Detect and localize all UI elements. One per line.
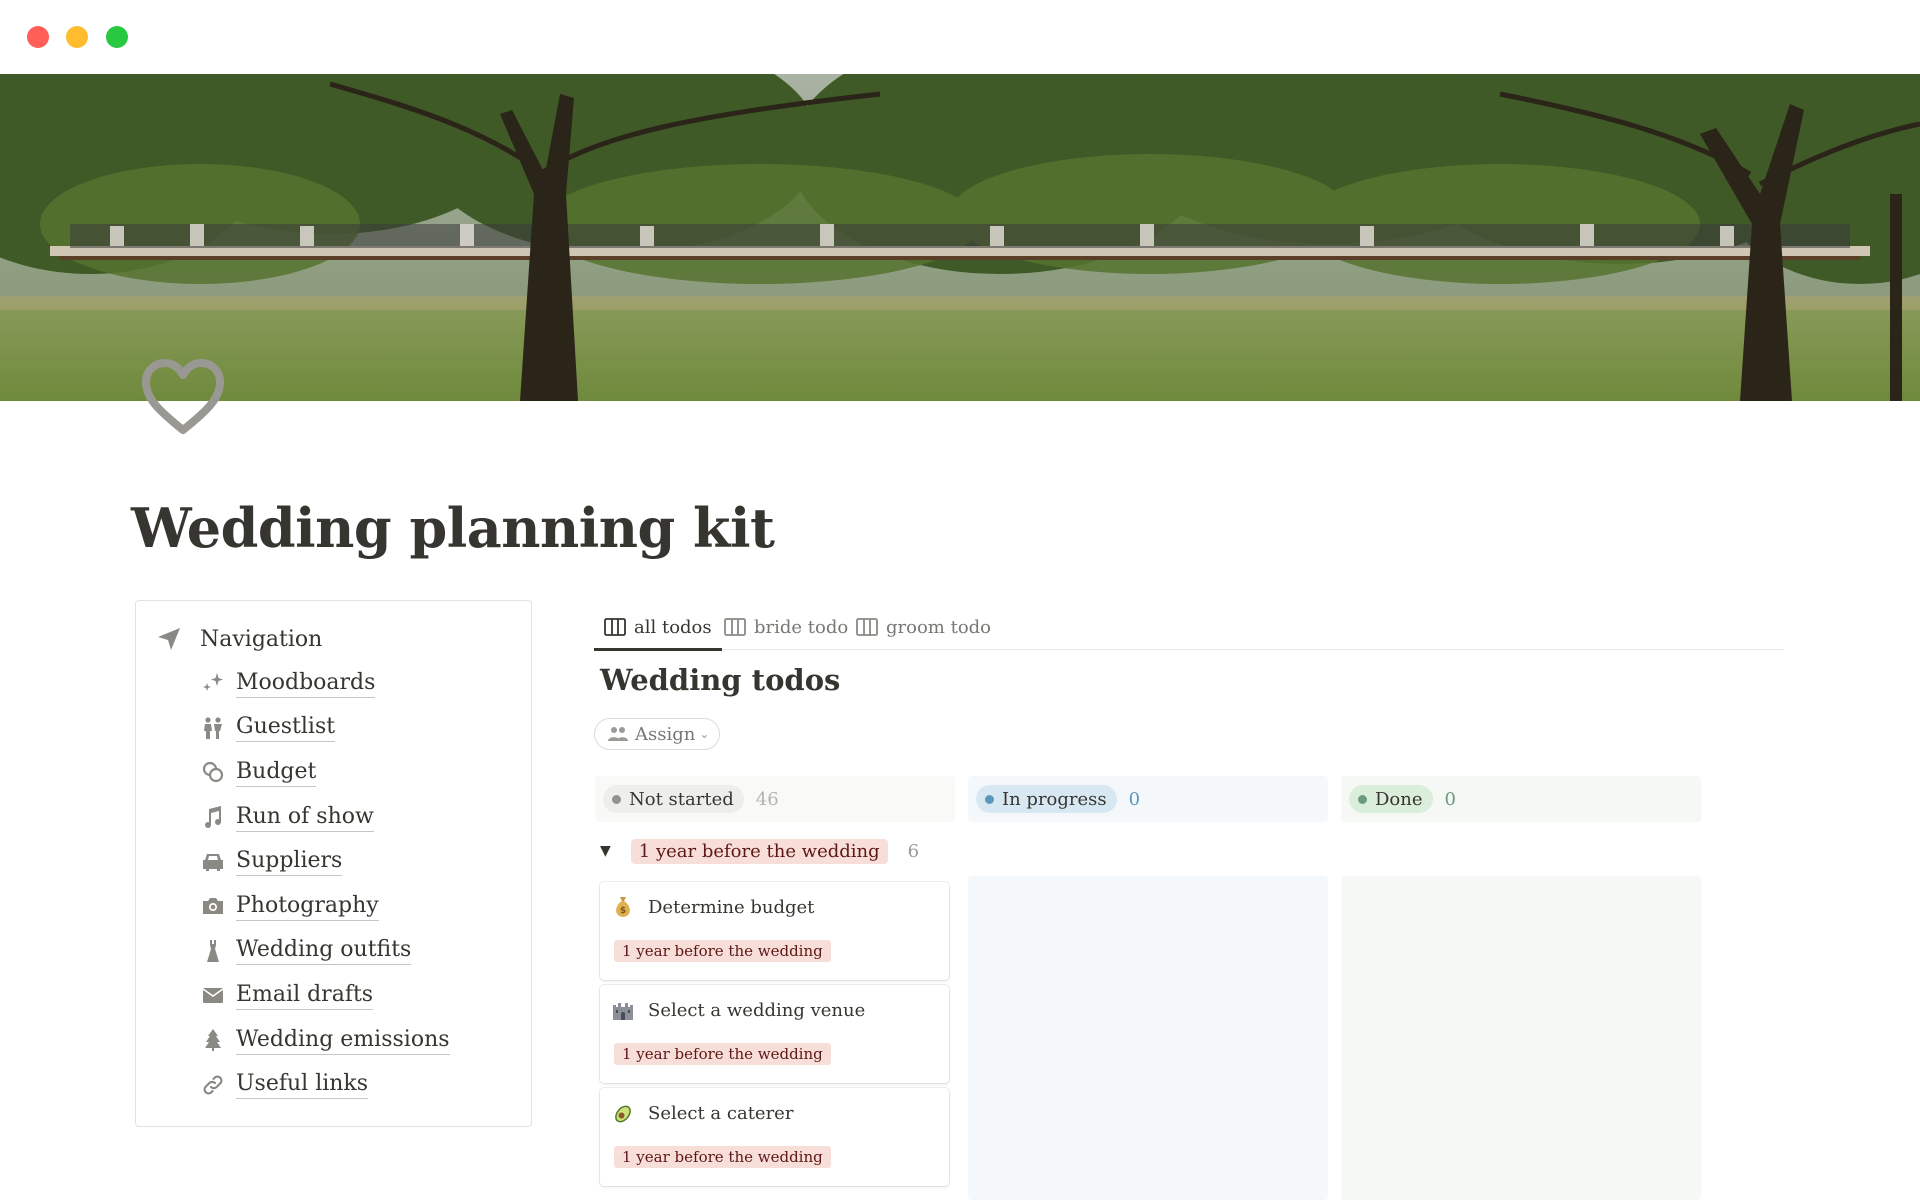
- group-header[interactable]: ▼ 1 year before the wedding 6: [600, 836, 919, 866]
- window-titlebar: [0, 0, 1920, 74]
- dress-icon: [200, 938, 226, 964]
- nav-item-budget[interactable]: Budget: [200, 750, 450, 795]
- column-header-in-progress[interactable]: In progress 0: [968, 776, 1328, 822]
- nav-item-suppliers[interactable]: Suppliers: [200, 839, 450, 884]
- page-title: Wedding planning kit: [131, 496, 775, 560]
- nav-item-run-of-show[interactable]: Run of show: [200, 795, 450, 840]
- svg-text:$: $: [620, 906, 626, 916]
- status-dot: [985, 794, 994, 804]
- tab-bride-todo[interactable]: bride todo: [724, 604, 848, 650]
- tab-groom-todo[interactable]: groom todo: [856, 604, 991, 650]
- nav-item-label: Useful links: [236, 1070, 369, 1100]
- column-header-done[interactable]: Done 0: [1341, 776, 1701, 822]
- status-dot: [1358, 794, 1367, 804]
- todo-card[interactable]: Select a caterer 1 year before the weddi…: [600, 1088, 949, 1186]
- board-view-icon: [604, 618, 626, 636]
- assign-label: Assign: [635, 723, 696, 745]
- link-icon: [200, 1072, 226, 1098]
- nav-item-label: Moodboards: [236, 669, 376, 698]
- group-tag: 1 year before the wedding: [630, 838, 888, 864]
- close-window-button[interactable]: [27, 26, 49, 48]
- nav-item-wedding-outfits[interactable]: Wedding outfits: [200, 929, 450, 974]
- people-icon: [200, 715, 226, 741]
- cover-image: [0, 74, 1920, 401]
- lane-done: [1341, 876, 1701, 1200]
- view-tabs: all todos bride todo groom todo: [594, 604, 1784, 651]
- nav-item-wedding-emissions[interactable]: Wedding emissions: [200, 1018, 450, 1063]
- heart-icon[interactable]: [140, 358, 226, 438]
- nav-item-guestlist[interactable]: Guestlist: [200, 706, 450, 751]
- nav-item-label: Email drafts: [236, 981, 374, 1010]
- group-count: 6: [907, 840, 920, 862]
- location-arrow-icon: [156, 626, 182, 652]
- nav-item-label: Photography: [236, 892, 379, 921]
- column-count: 46: [755, 788, 779, 810]
- sparkles-icon: [200, 670, 226, 696]
- column-count: 0: [1128, 788, 1141, 810]
- tab-label: all todos: [634, 616, 712, 638]
- status-dot: [612, 794, 621, 804]
- card-title: Select a wedding venue: [648, 999, 866, 1021]
- column-count: 0: [1444, 788, 1456, 810]
- nav-item-moodboards[interactable]: Moodboards: [200, 661, 450, 706]
- navigation-callout: Navigation Moodboards Guestlist Budget R…: [135, 600, 532, 1127]
- column-label: Not started: [629, 788, 734, 810]
- status-pill: Not started: [603, 785, 744, 813]
- todo-card[interactable]: Select a wedding venue 1 year before the…: [600, 985, 949, 1083]
- money-bag-icon: $: [612, 896, 634, 918]
- status-pill: In progress: [976, 785, 1117, 813]
- card-title: Determine budget: [648, 896, 815, 918]
- nav-item-label: Guestlist: [236, 713, 336, 743]
- card-tag: 1 year before the wedding: [614, 1043, 831, 1065]
- tab-label: groom todo: [886, 616, 992, 638]
- nav-item-label: Wedding outfits: [236, 936, 412, 966]
- card-title: Select a caterer: [648, 1102, 794, 1124]
- lane-in-progress: [968, 876, 1328, 1200]
- nav-item-useful-links[interactable]: Useful links: [200, 1062, 450, 1107]
- nav-item-label: Budget: [236, 758, 317, 787]
- card-tag: 1 year before the wedding: [614, 1146, 831, 1168]
- castle-icon: [612, 999, 634, 1021]
- car-icon: [200, 849, 226, 875]
- tab-all-todos[interactable]: all todos: [594, 604, 722, 651]
- board-view-icon: [856, 618, 878, 636]
- coins-icon: [200, 759, 226, 785]
- card-tag: 1 year before the wedding: [614, 940, 831, 962]
- nav-item-photography[interactable]: Photography: [200, 884, 450, 929]
- nav-item-label: Suppliers: [236, 847, 343, 877]
- assign-filter-button[interactable]: Assign ⌄: [594, 718, 720, 750]
- column-label: In progress: [1002, 788, 1107, 810]
- navigation-list: Moodboards Guestlist Budget Run of show …: [200, 661, 450, 1107]
- people-icon: [607, 726, 629, 742]
- tab-label: bride todo: [754, 616, 849, 638]
- navigation-heading-label: Navigation: [200, 626, 323, 652]
- board-title: Wedding todos: [600, 663, 841, 697]
- column-header-not-started[interactable]: Not started 46: [595, 776, 955, 822]
- envelope-icon: [200, 982, 226, 1008]
- camera-icon: [200, 893, 226, 919]
- minimize-window-button[interactable]: [66, 26, 88, 48]
- nav-item-label: Run of show: [236, 803, 374, 832]
- navigation-heading: Navigation: [156, 623, 322, 655]
- column-label: Done: [1375, 788, 1423, 810]
- chevron-down-icon: ⌄: [699, 727, 710, 741]
- avocado-icon: [612, 1102, 634, 1124]
- board-view-icon: [724, 618, 746, 636]
- nav-item-label: Wedding emissions: [236, 1026, 450, 1055]
- todo-card[interactable]: $ Determine budget 1 year before the wed…: [600, 882, 949, 980]
- maximize-window-button[interactable]: [106, 26, 128, 48]
- status-pill: Done: [1349, 785, 1433, 813]
- nav-item-email-drafts[interactable]: Email drafts: [200, 973, 450, 1018]
- music-note-icon: [200, 804, 226, 830]
- tree-icon: [200, 1027, 226, 1053]
- collapse-toggle-icon[interactable]: ▼: [600, 843, 611, 859]
